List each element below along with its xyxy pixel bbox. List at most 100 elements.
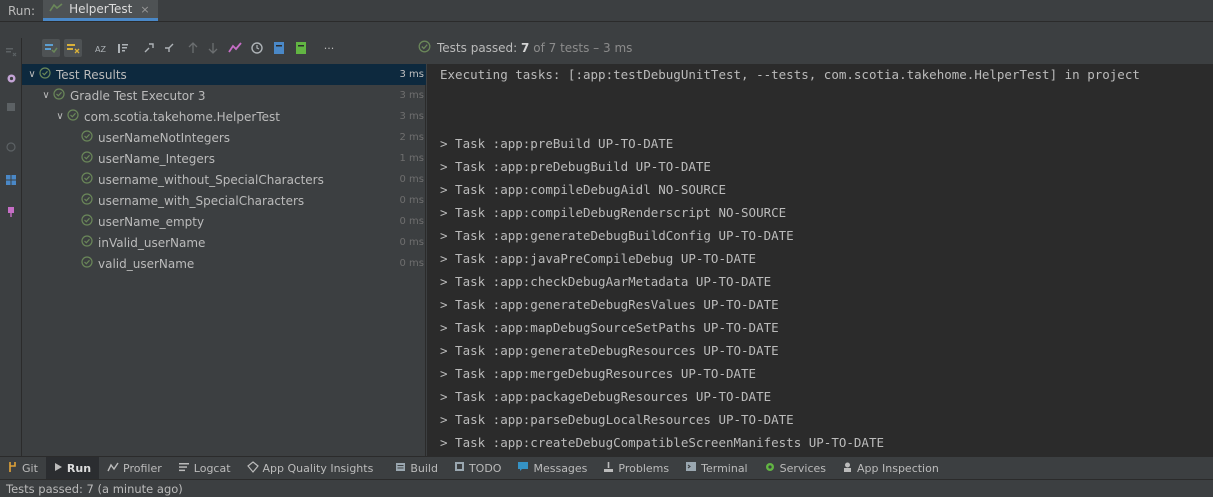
tool-terminal[interactable]: Terminal xyxy=(677,457,756,480)
terminal-icon xyxy=(685,461,697,475)
tool-run[interactable]: Run xyxy=(45,456,100,480)
tool-todo[interactable]: TODO xyxy=(446,457,510,480)
console-line: > Task :app:mapDebugSourceSetPaths UP-TO… xyxy=(440,320,779,335)
check-circle-icon xyxy=(80,172,94,187)
run-header: Run: HelperTest × xyxy=(0,0,1213,22)
console-line: > Task :app:generateDebugResources UP-TO… xyxy=(440,343,779,358)
tool-window-bar: Git Run Profiler Logcat App Quality Insi… xyxy=(0,456,1213,480)
check-circle-icon xyxy=(418,40,431,56)
show-passed-icon[interactable] xyxy=(42,39,60,57)
console-line: > Task :app:checkDebugAarMetadata UP-TO-… xyxy=(440,274,772,289)
check-circle-icon xyxy=(66,109,80,124)
tool-problems[interactable]: Problems xyxy=(595,457,677,480)
tree-item-time: 3 ms xyxy=(399,90,425,101)
console-line: > Task :app:parseDebugLocalResources UP-… xyxy=(440,412,794,427)
tree-item-gradle-executor[interactable]: ∨ Gradle Test Executor 3 3 ms xyxy=(22,85,426,106)
tool-label: Build xyxy=(410,461,438,475)
sort-by-duration-icon[interactable] xyxy=(114,39,132,57)
check-circle-icon xyxy=(80,193,94,208)
console-output[interactable]: Executing tasks: [:app:testDebugUnitTest… xyxy=(427,64,1213,456)
console-line: > Task :app:createDebugCompatibleScreenM… xyxy=(440,435,885,450)
tree-item-test[interactable]: username_with_SpecialCharacters 0 ms xyxy=(22,190,426,211)
tree-item-test[interactable]: userName_empty 0 ms xyxy=(22,211,426,232)
show-ignored-icon[interactable] xyxy=(64,39,82,57)
tool-label: Profiler xyxy=(123,461,162,475)
tree-item-time: 0 ms xyxy=(399,174,425,185)
tool-app-inspection[interactable]: App Inspection xyxy=(834,457,947,480)
console-line: > Task :app:mergeDebugResources UP-TO-DA… xyxy=(440,366,757,381)
tool-git[interactable]: Git xyxy=(0,457,46,480)
settings-gear-icon[interactable] xyxy=(3,70,19,86)
profiler-icon xyxy=(107,462,119,475)
chevron-down-icon[interactable]: ∨ xyxy=(54,111,66,122)
tool-label: Messages xyxy=(533,461,588,475)
tree-item-time: 0 ms xyxy=(399,216,425,227)
tree-item-label: Test Results xyxy=(56,67,127,82)
tree-item-test[interactable]: userNameNotIntegers 2 ms xyxy=(22,127,426,148)
tree-item-time: 2 ms xyxy=(399,132,425,143)
tree-item-test[interactable]: valid_userName 0 ms xyxy=(22,253,426,274)
tree-item-helpertest-class[interactable]: ∨ com.scotia.takehome.HelperTest 3 ms xyxy=(22,106,426,127)
expand-all-icon[interactable] xyxy=(140,39,158,57)
check-circle-icon xyxy=(80,151,94,166)
chevron-down-icon[interactable]: ∨ xyxy=(26,69,38,80)
run-tab-helpertest[interactable]: HelperTest × xyxy=(43,0,158,21)
status-prefix: Tests passed: xyxy=(437,41,518,55)
test-status-summary: Tests passed: 7 of 7 tests – 3 ms xyxy=(418,39,632,57)
tool-logcat[interactable]: Logcat xyxy=(170,457,239,480)
tool-label: Logcat xyxy=(193,461,231,475)
tree-item-label: com.scotia.takehome.HelperTest xyxy=(84,109,280,124)
chevron-down-icon[interactable]: ∨ xyxy=(40,90,52,101)
console-line: > Task :app:generateDebugResValues UP-TO… xyxy=(440,297,779,312)
tool-label: TODO xyxy=(468,461,502,475)
tree-item-test[interactable]: username_without_SpecialCharacters 0 ms xyxy=(22,169,426,190)
tool-label: App Quality Insights xyxy=(262,461,374,475)
next-failed-icon[interactable] xyxy=(204,39,222,57)
tree-item-label: inValid_userName xyxy=(98,235,206,250)
close-icon[interactable]: × xyxy=(140,3,149,16)
stop-icon[interactable] xyxy=(3,99,19,115)
collapse-all-icon[interactable] xyxy=(160,39,178,57)
tree-item-label: userName_empty xyxy=(98,214,205,229)
check-circle-icon xyxy=(80,130,94,145)
export-icon[interactable] xyxy=(270,39,288,57)
services-icon xyxy=(764,461,776,476)
tree-item-label: userName_Integers xyxy=(98,151,215,166)
tool-build[interactable]: Build xyxy=(387,457,446,480)
open-report-icon[interactable] xyxy=(292,39,310,57)
logcat-icon xyxy=(178,462,190,475)
console-line: > Task :app:preDebugBuild UP-TO-DATE xyxy=(440,159,711,174)
svg-text:AZ: AZ xyxy=(95,45,106,54)
tool-app-quality-insights[interactable]: App Quality Insights xyxy=(239,457,382,480)
tree-item-time: 0 ms xyxy=(399,195,425,206)
console-line: > Task :app:compileDebugAidl NO-SOURCE xyxy=(440,182,726,197)
check-circle-icon xyxy=(80,214,94,229)
tool-label: Run xyxy=(66,461,92,475)
check-circle-icon xyxy=(80,256,94,271)
console-line: Executing tasks: [:app:testDebugUnitTest… xyxy=(440,67,1140,82)
import-tests-icon[interactable] xyxy=(226,39,244,57)
history-icon[interactable] xyxy=(248,39,266,57)
app-inspection-icon xyxy=(842,461,853,476)
tree-item-test[interactable]: inValid_userName 0 ms xyxy=(22,232,426,253)
pin-toolbar-icon[interactable] xyxy=(3,139,19,155)
console-line: > Task :app:javaPreCompileDebug UP-TO-DA… xyxy=(440,251,757,266)
tree-item-test[interactable]: userName_Integers 1 ms xyxy=(22,148,426,169)
tool-services[interactable]: Services xyxy=(756,457,834,480)
problems-icon xyxy=(603,461,614,476)
run-label: Run: xyxy=(8,4,36,18)
status-bar-text[interactable]: Tests passed: 7 (a minute ago) xyxy=(6,482,183,496)
layout-icon[interactable] xyxy=(3,172,19,188)
sort-alphabetically-icon[interactable]: AZ xyxy=(93,39,111,57)
tool-messages[interactable]: Messages xyxy=(509,457,595,480)
previous-failed-icon[interactable] xyxy=(184,39,202,57)
toggle-tree-icon[interactable] xyxy=(3,44,19,60)
more-options-icon[interactable]: ··· xyxy=(320,39,338,57)
tree-item-label: username_without_SpecialCharacters xyxy=(98,172,324,187)
console-line: > Task :app:compileDebugRenderscript NO-… xyxy=(440,205,787,220)
pin-tab-icon[interactable] xyxy=(3,204,19,220)
tool-profiler[interactable]: Profiler xyxy=(99,457,170,480)
tree-item-time: 0 ms xyxy=(399,237,425,248)
tree-item-test-results[interactable]: ∨ Test Results 3 ms xyxy=(22,64,426,85)
status-count: 7 xyxy=(521,41,530,55)
